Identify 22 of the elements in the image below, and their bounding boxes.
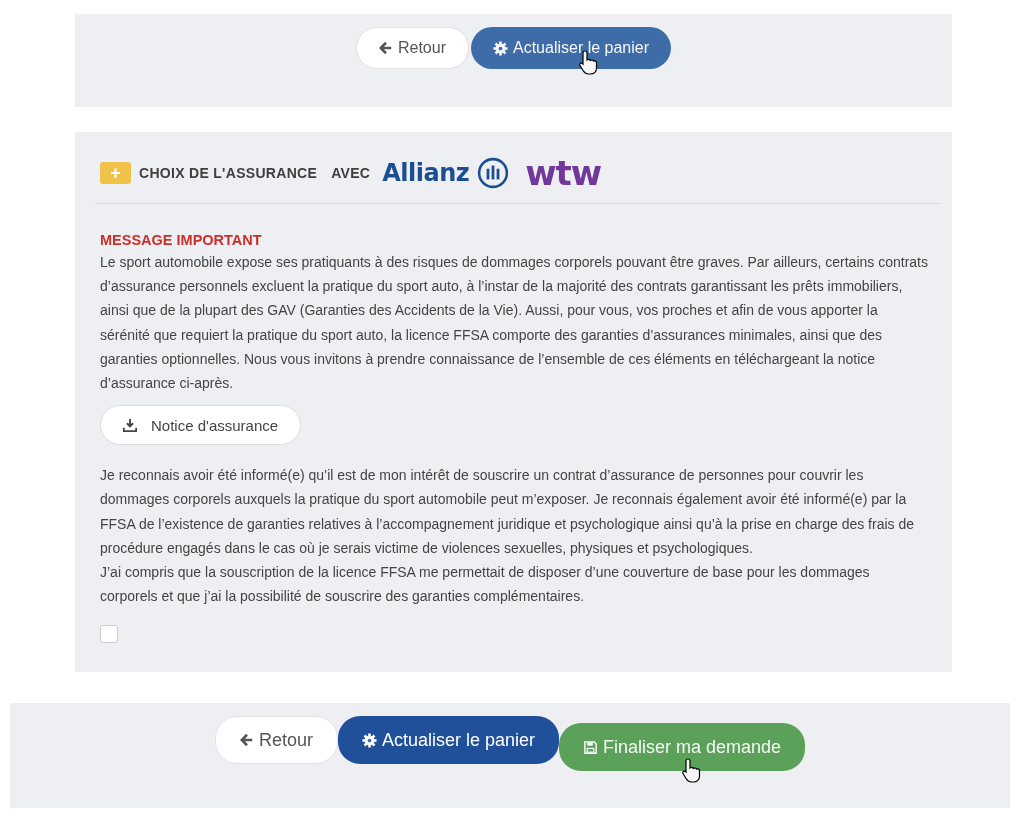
with-label: AVEC (331, 165, 371, 181)
section-title: CHOIX DE L'ASSURANCE (139, 165, 318, 181)
save-icon (583, 739, 598, 755)
arrow-left-icon (378, 41, 393, 55)
acknowledgement-paragraph: J’ai compris que la souscription de la licence FFSA me permettait de disposer d’une couverture de base pour les dommages corporels et que j’ai la possibilité de souscrire des garanties complémentaires. (100, 563, 871, 607)
eagle-emblem-icon (477, 157, 510, 189)
hand-cursor-icon (682, 757, 703, 783)
consent-checkbox[interactable] (100, 625, 118, 644)
arrow-left-icon (239, 733, 254, 747)
gear-icon (361, 732, 377, 748)
back-button[interactable]: Retour (355, 27, 469, 69)
download-icon (123, 418, 137, 433)
back-button[interactable]: Retour (214, 716, 338, 764)
important-message-title: MESSAGE IMPORTANT (100, 232, 263, 248)
insurance-notice-button[interactable]: Notice d'assurance (100, 405, 302, 446)
update-cart-button[interactable]: Actualiser le panier (337, 716, 559, 764)
broker-logo: wtw (525, 153, 602, 193)
plus-badge: + (100, 162, 131, 184)
gear-icon (492, 40, 508, 56)
insurer-logo: Allianz (382, 159, 470, 187)
message-paragraph: Le sport automobile expose ses pratiquants à des risques de dommages corporels pouvant être graves. Par ailleurs, certains contrats d’assurance personnels excluent la pratique du sport auto, à l’instar de la majorité des contrats garantissant les prêts immobiliers, ainsi que de la plupart des GAV (Garanties des Accidents de la Vie). Aussi, pour vous, vos proches et afin de vous apporter la sérénité que requiert la pratique du sport auto, la licence FFSA comporte des garanties d’assurances minimales, ainsi que des garanties optionnelles. Nous vous invitons à prendre connaissance de l’ensemble de ces éléments en téléchargeant la notice d’assurance ci-après. (100, 253, 929, 393)
acknowledgement-paragraph: Je reconnais avoir été informé(e) qu’il est de mon intérêt de souscrire un contrat d’assurance de personnes pour couvrir les dommages corporels auxquels la pratique du sport automobile peut m’exposer. Je reconnais également avoir été informé(e) par la FFSA de l’existence de garanties relatives à l’accompagnement juridique et psychologique ainsi qu’à la prise en charge des frais de procédure engagés dans le cas où je serais victime de violences sexuelles, physiques et psychologiques. (100, 466, 916, 558)
